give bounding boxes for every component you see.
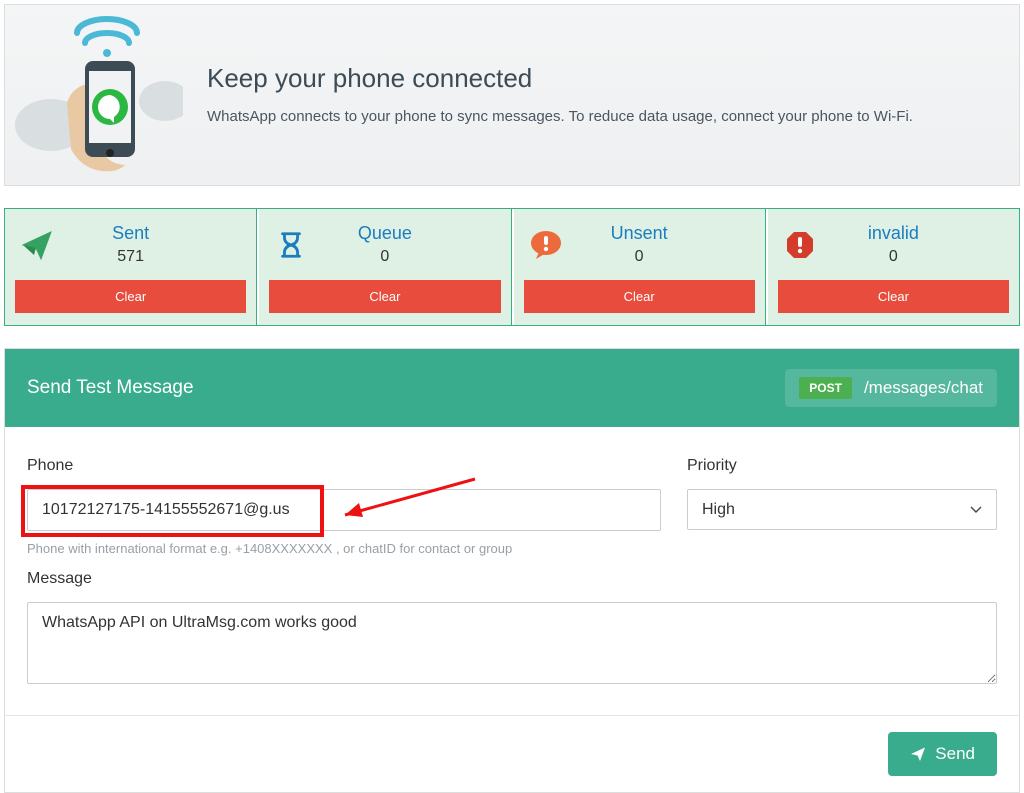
send-button[interactable]: Send: [888, 732, 997, 776]
http-method: POST: [799, 377, 852, 399]
clear-unsent-button[interactable]: Clear: [524, 280, 755, 313]
stat-label: Unsent: [524, 223, 755, 244]
message-label: Message: [27, 570, 997, 588]
clear-queue-button[interactable]: Clear: [269, 280, 500, 313]
phone-input[interactable]: [27, 489, 661, 531]
stat-label: Sent: [15, 223, 246, 244]
phone-label: Phone: [27, 457, 661, 475]
send-label: Send: [935, 744, 975, 764]
clear-invalid-button[interactable]: Clear: [778, 280, 1009, 313]
stat-label: invalid: [778, 223, 1009, 244]
paper-plane-icon: [910, 746, 926, 762]
stat-sent: Sent 571 Clear: [5, 209, 257, 325]
clear-sent-button[interactable]: Clear: [15, 280, 246, 313]
panel-title: Send Test Message: [27, 377, 194, 399]
stat-label: Queue: [269, 223, 500, 244]
stat-unsent: Unsent 0 Clear: [514, 209, 766, 325]
stat-value: 0: [380, 248, 389, 265]
phone-hint: Phone with international format e.g. +14…: [27, 541, 661, 556]
connection-banner: Keep your phone connected WhatsApp conne…: [4, 4, 1020, 186]
priority-label: Priority: [687, 457, 997, 475]
message-textarea[interactable]: [27, 602, 997, 684]
stat-queue: Queue 0 Clear: [259, 209, 511, 325]
send-test-panel: Send Test Message POST /messages/chat Ph…: [4, 348, 1020, 793]
stat-value: 0: [635, 248, 644, 265]
stat-value: 571: [117, 248, 144, 265]
priority-select[interactable]: High: [687, 489, 997, 530]
stat-value: 0: [889, 248, 898, 265]
banner-title: Keep your phone connected: [207, 63, 913, 94]
endpoint-path: /messages/chat: [864, 378, 983, 398]
endpoint-badge: POST /messages/chat: [785, 369, 997, 407]
phone-illustration: [15, 15, 183, 175]
banner-text: WhatsApp connects to your phone to sync …: [207, 106, 913, 127]
stat-invalid: invalid 0 Clear: [768, 209, 1019, 325]
stats-row: Sent 571 Clear Queue 0 Clear Unsent 0: [4, 208, 1020, 326]
panel-header: Send Test Message POST /messages/chat: [5, 349, 1019, 427]
